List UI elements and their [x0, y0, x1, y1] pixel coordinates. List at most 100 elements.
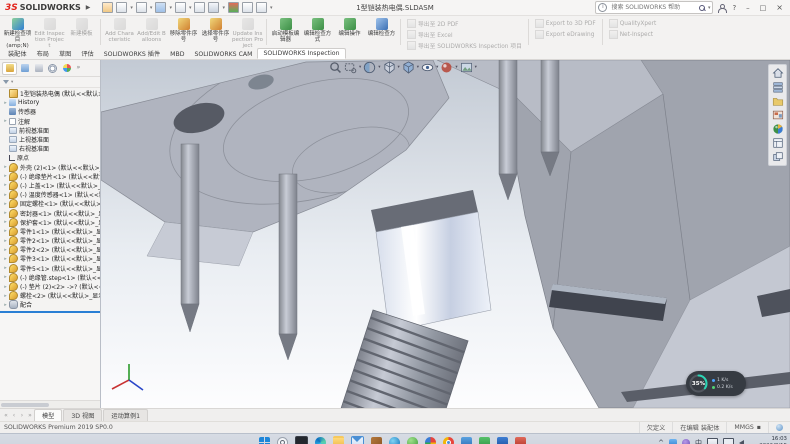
zoom-fit-icon[interactable]: [329, 61, 342, 74]
print-icon[interactable]: [175, 2, 186, 13]
export-excel-item[interactable]: 导出至 Excel: [407, 30, 522, 39]
select-icon[interactable]: [208, 2, 219, 13]
edit-appearance-icon[interactable]: [440, 61, 453, 74]
tree-item-component[interactable]: ▸零件1<1> (默认<<默认>_显示状态: [2, 227, 100, 236]
tree-item-component[interactable]: ▸零件5<1> (默认<<默认>_显示状: [2, 264, 100, 273]
expand-arrow-icon[interactable]: ▸: [2, 284, 9, 290]
photos-app-icon[interactable]: [371, 437, 382, 444]
tab-nav-first-icon[interactable]: «: [2, 412, 10, 419]
undo-icon[interactable]: [194, 2, 205, 13]
expand-arrow-icon[interactable]: ▸: [2, 201, 9, 207]
tree-item-history[interactable]: ▸History: [2, 98, 100, 107]
options-icon[interactable]: [256, 2, 267, 13]
print-caret-icon[interactable]: ▾: [189, 5, 192, 11]
save-caret-icon[interactable]: ▾: [169, 5, 172, 11]
caret-icon[interactable]: ▾: [475, 65, 477, 70]
tree-item-component[interactable]: ▸密封器<1> (默认<<默认>_显示状: [2, 208, 100, 217]
expand-arrow-icon[interactable]: ▸: [2, 100, 9, 106]
home-icon[interactable]: [102, 2, 113, 13]
tree-item-component[interactable]: ▸外壳 (2)<1> (默认<<默认>_显示状: [2, 163, 100, 172]
tab-nav-prev-icon[interactable]: ‹: [10, 412, 18, 419]
graphics-viewport[interactable]: ▾ ▾ ▾ ▾ ▾ ▾ ▾: [101, 60, 790, 408]
tree-item-component[interactable]: ▸零件2<2> (默认<<默认>_显示状: [2, 245, 100, 254]
tree-item-component[interactable]: ▸(-) 温度传感器<1> (默认<<默认>_: [2, 190, 100, 199]
tab-sketch[interactable]: 草图: [54, 48, 76, 59]
caret-icon[interactable]: ▾: [436, 65, 438, 70]
touch-keyboard-icon[interactable]: [707, 438, 718, 444]
status-customize[interactable]: [768, 422, 790, 433]
color-wheel-app-icon[interactable]: [425, 437, 436, 444]
tray-security-icon[interactable]: [682, 439, 690, 444]
tab-evaluate[interactable]: 评估: [76, 48, 98, 59]
open-icon[interactable]: [136, 2, 147, 13]
tree-item-component[interactable]: ▸螺栓<2> (默认<<默认>_显示状态: [2, 291, 100, 300]
display-style-icon[interactable]: [402, 61, 415, 74]
mail-icon[interactable]: [351, 436, 364, 444]
tree-item-component[interactable]: ▸零件3<1> (默认<<默认>_显示状: [2, 254, 100, 263]
appearances-icon[interactable]: [771, 123, 784, 135]
panel-horizontal-scrollbar[interactable]: [0, 400, 100, 408]
qualityxpert-item[interactable]: QualityXpert: [609, 19, 657, 28]
new-inspection-project-button[interactable]: 新建检查项目 (amp;N): [2, 17, 33, 47]
home-icon[interactable]: [771, 67, 784, 79]
tab-3d-views[interactable]: 3D 视图: [63, 409, 102, 421]
tab-solidworks-cam[interactable]: SOLIDWORKS CAM: [190, 50, 258, 59]
select-balloons-button[interactable]: 选择零件序号: [200, 17, 231, 47]
expand-arrow-icon[interactable]: ▸: [2, 293, 9, 299]
tree-item-component[interactable]: ▸零件2<1> (默认<<默认>_显示状: [2, 236, 100, 245]
add-edit-balloons-button[interactable]: Add/Edit Balloons: [136, 17, 167, 47]
expand-arrow-icon[interactable]: ▸: [2, 118, 9, 124]
expand-arrow-icon[interactable]: ▸: [2, 182, 9, 188]
task-view-icon[interactable]: [295, 436, 308, 444]
tray-cloud-icon[interactable]: [669, 439, 677, 444]
expand-arrow-icon[interactable]: ▸: [2, 164, 9, 170]
caret-icon[interactable]: ▾: [378, 65, 380, 70]
caret-icon[interactable]: ▾: [398, 65, 400, 70]
close-button[interactable]: ×: [773, 3, 786, 12]
custom-properties-icon[interactable]: [771, 137, 784, 149]
cad-model[interactable]: [101, 60, 790, 408]
update-inspection-project-button[interactable]: Update Inspection Project: [232, 17, 263, 47]
expand-arrow-icon[interactable]: ▸: [2, 238, 9, 244]
caret-icon[interactable]: ▾: [417, 65, 419, 70]
export-sw-inspection-item[interactable]: 导出至 SOLIDWORKS Inspection 项目: [407, 41, 522, 50]
units-selector[interactable]: MMGS▪: [726, 422, 768, 433]
tree-item-component[interactable]: ▸(-) 绝缘管.step<1> (默认<<默认>: [2, 273, 100, 282]
export-edrawing-item[interactable]: Export eDrawing: [535, 30, 596, 39]
featuremanager-tab[interactable]: [2, 62, 17, 75]
expand-arrow-icon[interactable]: ▸: [2, 247, 9, 253]
view-palette-icon[interactable]: [771, 109, 784, 121]
design-library-icon[interactable]: [771, 81, 784, 93]
filter-icon[interactable]: [3, 80, 9, 84]
section-view-icon[interactable]: [363, 61, 376, 74]
reader-app-icon[interactable]: [461, 437, 472, 444]
tree-item-sensors[interactable]: 传感器: [2, 107, 100, 116]
net-speed-widget[interactable]: 35% 1 K/s 0.2 K/s: [686, 371, 746, 396]
expand-arrow-icon[interactable]: ▸: [2, 173, 9, 179]
tree-item-component[interactable]: ▸固定螺栓<1> (默认<<默认>_显示: [2, 199, 100, 208]
tree-item-front-plane[interactable]: 前视基准面: [2, 126, 100, 135]
chrome-icon[interactable]: [443, 437, 454, 444]
tab-model[interactable]: 模型: [34, 409, 62, 421]
display-icon[interactable]: [723, 438, 734, 444]
tree-item-component[interactable]: ▸(-) 上盖<1> (默认<<默认>_显示状: [2, 181, 100, 190]
tab-layout[interactable]: 布局: [32, 48, 54, 59]
expand-arrow-icon[interactable]: ▸: [2, 192, 9, 198]
add-characteristic-button[interactable]: Add Characteristic: [104, 17, 135, 47]
rebuild-icon[interactable]: [228, 2, 239, 13]
taskbar-clock[interactable]: 16:03 2022/8/15: [759, 434, 787, 444]
expand-tabs-button[interactable]: »: [74, 63, 87, 74]
view-orientation-icon[interactable]: [383, 61, 396, 74]
minimize-button[interactable]: –: [743, 4, 753, 12]
expand-arrow-icon[interactable]: ▸: [2, 219, 9, 225]
caret-icon[interactable]: ▾: [359, 65, 361, 70]
options-caret-icon[interactable]: ▾: [270, 5, 273, 11]
tree-item-component[interactable]: ▸(-) 垫片 (2)<2> ->? (默认<<默认: [2, 282, 100, 291]
tab-nav-last-icon[interactable]: »: [26, 412, 34, 419]
tab-assembly[interactable]: 装配体: [3, 48, 32, 59]
edit-inspection-project-button[interactable]: Edit Inspection Project: [34, 17, 65, 47]
launch-template-editor-button[interactable]: 启动模板编辑器: [270, 17, 301, 47]
tab-addins[interactable]: SOLIDWORKS 插件: [99, 48, 165, 59]
edit-inspection-method-button[interactable]: 编辑检查方式: [302, 17, 333, 47]
menu-flyout-icon[interactable]: ▶: [86, 4, 91, 11]
